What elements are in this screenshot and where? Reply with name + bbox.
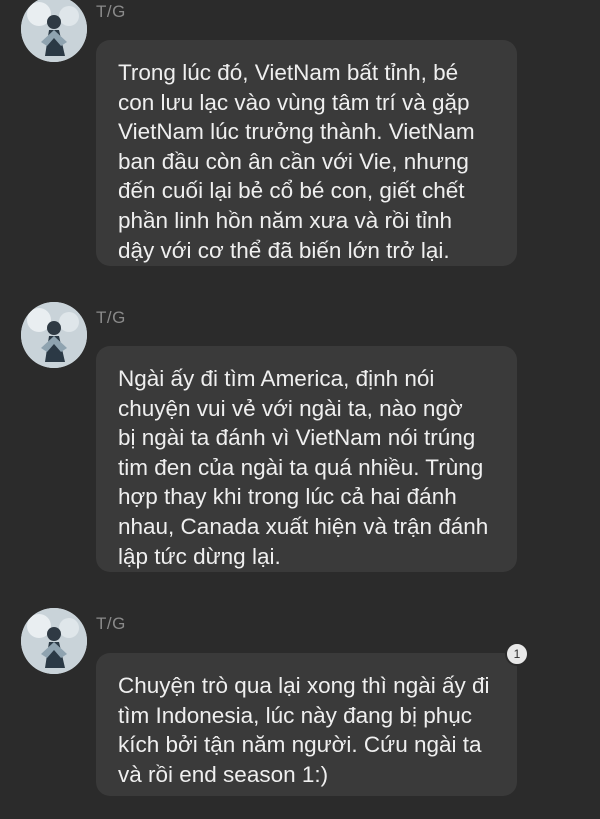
avatar-icon bbox=[21, 302, 87, 368]
chat-thread: T/G Trong lúc đó, VietNam bất tỉnh, bé c… bbox=[0, 0, 600, 819]
sender-avatar[interactable] bbox=[21, 608, 87, 674]
message-text: Trong lúc đó, VietNam bất tỉnh, bé con l… bbox=[118, 60, 475, 263]
sender-avatar[interactable] bbox=[21, 302, 87, 368]
avatar-icon bbox=[21, 0, 87, 62]
message-bubble[interactable]: Ngài ấy đi tìm America, định nói chuyện … bbox=[96, 346, 517, 572]
sender-name: T/G bbox=[96, 308, 126, 327]
sender-avatar[interactable] bbox=[21, 0, 87, 62]
message-text: Chuyện trò qua lại xong thì ngài ấy đi t… bbox=[118, 673, 490, 787]
message-bubble[interactable]: Chuyện trò qua lại xong thì ngài ấy đi t… bbox=[96, 653, 517, 796]
reaction-count-badge[interactable]: 1 bbox=[505, 642, 529, 666]
message-text: Ngài ấy đi tìm America, định nói chuyện … bbox=[118, 366, 489, 569]
sender-name: T/G bbox=[96, 614, 126, 633]
sender-name: T/G bbox=[96, 2, 126, 21]
message-bubble[interactable]: Trong lúc đó, VietNam bất tỉnh, bé con l… bbox=[96, 40, 517, 266]
avatar-icon bbox=[21, 608, 87, 674]
